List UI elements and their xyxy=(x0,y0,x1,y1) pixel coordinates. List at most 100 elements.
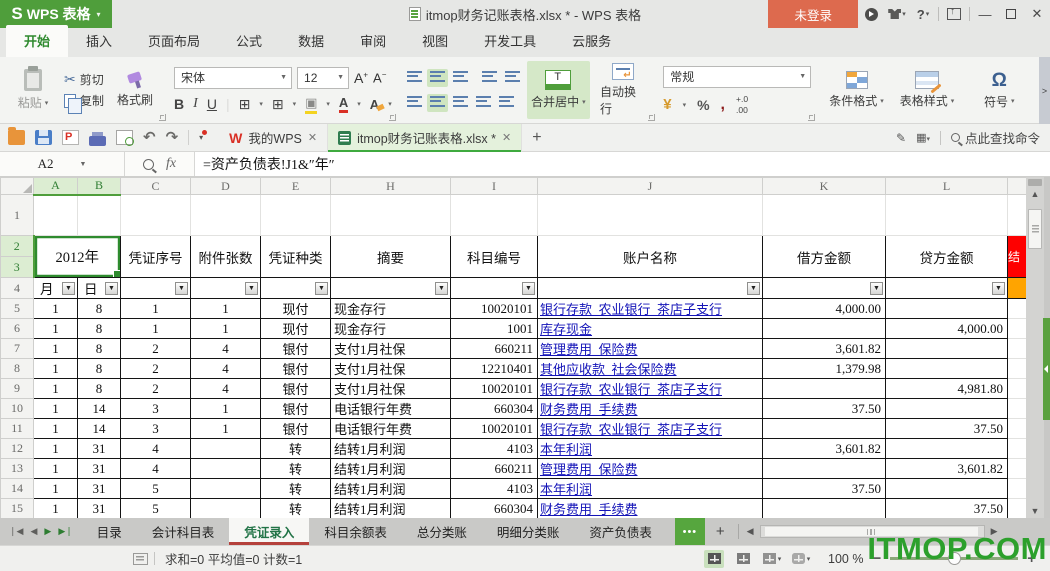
row-header-3[interactable]: 3 xyxy=(0,256,35,278)
row-header-1[interactable]: 1 xyxy=(0,194,34,236)
cell-C7[interactable]: 2 xyxy=(120,338,191,359)
menu-tab-2[interactable]: 页面布局 xyxy=(130,25,218,57)
cell-J11[interactable]: 银行存款_农业银行_茶店子支行 xyxy=(537,418,763,439)
cell-E10[interactable]: 银付 xyxy=(260,398,331,419)
cell-K5[interactable]: 4,000.00 xyxy=(762,298,886,319)
cell-E4[interactable]: ▼ xyxy=(260,277,331,299)
cell-J7[interactable]: 管理费用_保险费 xyxy=(537,338,763,359)
cell-A15[interactable]: 1 xyxy=(33,498,78,518)
font-size-select[interactable]: 12 ▼ xyxy=(297,66,350,89)
menu-tab-1[interactable]: 插入 xyxy=(68,25,130,57)
cell-L1[interactable] xyxy=(885,194,1008,236)
cell-E11[interactable]: 银付 xyxy=(260,418,331,439)
cell-I5[interactable]: 10020101 xyxy=(450,298,538,319)
cell-K8[interactable]: 1,379.98 xyxy=(762,358,886,379)
cell-M12[interactable] xyxy=(1007,438,1027,459)
filter-dropdown-icon-C[interactable]: ▼ xyxy=(175,281,188,295)
close-tab-icon[interactable]: ✕ xyxy=(308,131,317,144)
wrap-text-button[interactable]: 自动换行 xyxy=(594,61,651,119)
cell-D14[interactable] xyxy=(190,478,261,499)
menu-tab-4[interactable]: 数据 xyxy=(280,25,342,57)
column-header-E[interactable]: E xyxy=(260,177,331,195)
column-header-M-partial[interactable] xyxy=(1007,177,1027,195)
sheet-tab-6[interactable]: 资产负债表 xyxy=(574,518,667,545)
undo-icon[interactable]: ↶ xyxy=(143,130,156,145)
percent-format-icon[interactable]: % xyxy=(697,97,709,113)
sheet-tab-2[interactable]: 凭证录入 xyxy=(229,518,310,545)
cell-B15[interactable]: 31 xyxy=(77,498,121,518)
filter-dropdown-icon-B[interactable]: ▼ xyxy=(105,281,118,295)
cell-D15[interactable] xyxy=(190,498,261,518)
row-header-6[interactable]: 6 xyxy=(0,318,34,339)
cell-C13[interactable]: 4 xyxy=(120,458,191,479)
page-break-view-icon[interactable] xyxy=(733,550,753,568)
cell-I7[interactable]: 660211 xyxy=(450,338,538,359)
cell-D12[interactable] xyxy=(190,438,261,459)
bold-icon[interactable]: B xyxy=(174,96,184,112)
sheet-tab-5[interactable]: 明细分类账 xyxy=(482,518,575,545)
filter-dropdown-icon-K[interactable]: ▼ xyxy=(870,281,883,295)
table-header-J[interactable]: 账户名称 xyxy=(537,235,763,278)
menu-tab-6[interactable]: 视图 xyxy=(404,25,466,57)
row-header-12[interactable]: 12 xyxy=(0,438,34,459)
increase-indent-icon[interactable] xyxy=(502,69,523,87)
increase-decimal-icon[interactable]: +.0 xyxy=(736,94,748,104)
vertical-scrollbar[interactable]: ▲ ▼ xyxy=(1026,177,1044,518)
copy-button[interactable]: 复制 xyxy=(64,92,104,114)
cell-M8[interactable] xyxy=(1007,358,1027,379)
formula-input[interactable]: =资产负债表!J1&″年″ xyxy=(195,152,1050,176)
align-bottom-icon[interactable] xyxy=(450,69,471,87)
increase-font-icon[interactable]: A+ xyxy=(354,70,368,86)
cell-J15[interactable]: 财务费用_手续费 xyxy=(537,498,763,518)
next-sheet-icon[interactable]: ▶ xyxy=(44,526,51,537)
align-top-icon[interactable] xyxy=(404,69,425,87)
cell-E14[interactable]: 转 xyxy=(260,478,331,499)
cell-I1[interactable] xyxy=(450,194,538,236)
row-header-4[interactable]: 4 xyxy=(0,277,34,299)
cell-E12[interactable]: 转 xyxy=(260,438,331,459)
filter-dropdown-icon-E[interactable]: ▼ xyxy=(315,281,328,295)
cell-D8[interactable]: 4 xyxy=(190,358,261,379)
cell-H4[interactable]: ▼ xyxy=(330,277,451,299)
cell-A12[interactable]: 1 xyxy=(33,438,78,459)
community-icon[interactable] xyxy=(858,0,884,28)
horizontal-scroll-thumb[interactable] xyxy=(764,527,978,536)
split-handle[interactable] xyxy=(1028,179,1042,186)
merge-center-button[interactable]: 合并居中▾ xyxy=(526,61,591,119)
cell-H10[interactable]: 电话银行年费 xyxy=(330,398,451,419)
cell-M1[interactable] xyxy=(1007,194,1027,236)
cell-B4[interactable]: 日 ▼ xyxy=(77,277,121,299)
align-middle-icon[interactable] xyxy=(426,68,448,87)
cell-H5[interactable]: 现金存行 xyxy=(330,298,451,319)
align-left-icon[interactable] xyxy=(404,94,425,112)
cell-A5[interactable]: 1 xyxy=(33,298,78,319)
scroll-sheets-right-icon[interactable]: ▶ xyxy=(985,518,1004,545)
cell-I8[interactable]: 12210401 xyxy=(450,358,538,379)
paste-button[interactable]: 粘贴 ▾ xyxy=(6,61,60,119)
wps-app-menu-button[interactable]: S WPS 表格 ▾ xyxy=(0,0,112,28)
cell-H15[interactable]: 结转1月利润 xyxy=(330,498,451,518)
name-box-caret-icon[interactable]: ▼ xyxy=(79,160,86,168)
cell-B6[interactable]: 8 xyxy=(77,318,121,339)
cell-K12[interactable]: 3,601.82 xyxy=(762,438,886,459)
cell-C10[interactable]: 3 xyxy=(120,398,191,419)
underline-icon[interactable]: U xyxy=(207,96,217,112)
cell-L15[interactable]: 37.50 xyxy=(885,498,1008,518)
filter-dropdown-icon-L[interactable]: ▼ xyxy=(992,281,1005,295)
cell-M7[interactable] xyxy=(1007,338,1027,359)
cell-E5[interactable]: 现付 xyxy=(260,298,331,319)
sheet-tab-1[interactable]: 会计科目表 xyxy=(137,518,230,545)
cell-J6[interactable]: 库存现金 xyxy=(537,318,763,339)
horizontal-scrollbar[interactable] xyxy=(759,525,985,538)
cell-L5[interactable] xyxy=(885,298,1008,319)
workspace-layout-icon[interactable]: ▦▾ xyxy=(916,131,930,144)
row-header-15[interactable]: 15 xyxy=(0,498,34,518)
cell-J13[interactable]: 管理费用_保险费 xyxy=(537,458,763,479)
minimize-button[interactable]: — xyxy=(972,0,998,28)
cell-K11[interactable] xyxy=(762,418,886,439)
close-button[interactable]: ✕ xyxy=(1024,0,1050,28)
cell-I12[interactable]: 4103 xyxy=(450,438,538,459)
cell-B8[interactable]: 8 xyxy=(77,358,121,379)
table-header-L[interactable]: 贷方金额 xyxy=(885,235,1008,278)
row-header-7[interactable]: 7 xyxy=(0,338,34,359)
